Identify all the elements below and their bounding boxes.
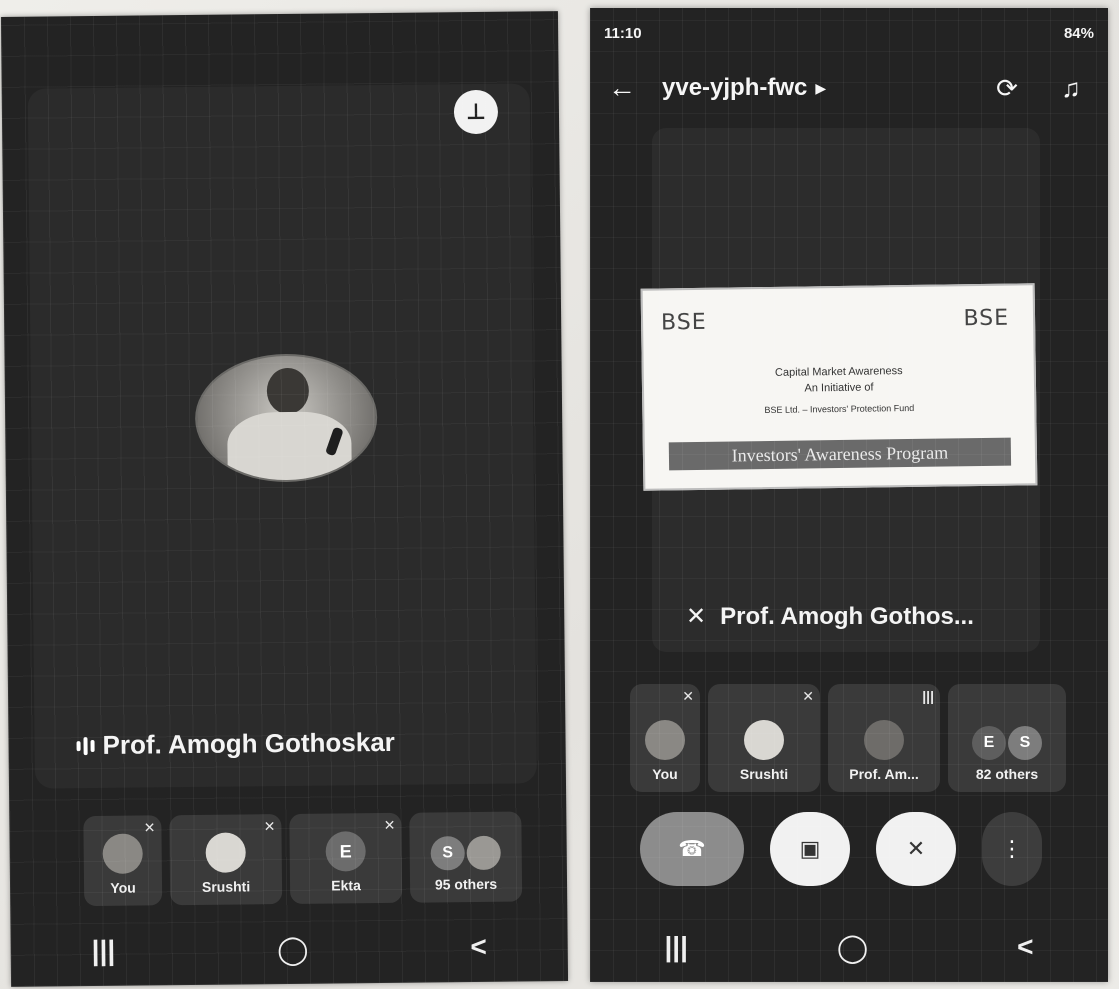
status-battery: 84% bbox=[1063, 24, 1094, 42]
avatar-group: S bbox=[430, 835, 501, 871]
participant-label: 82 others bbox=[975, 766, 1039, 782]
system-nav-bar: ||| ◯ < bbox=[10, 911, 568, 987]
participant-tile-you[interactable]: ✕ You bbox=[630, 684, 700, 792]
participant-label: Ekta bbox=[331, 877, 361, 894]
slide-line: Capital Market Awareness bbox=[774, 365, 903, 379]
participant-tile-you[interactable]: ✕ You bbox=[83, 815, 163, 907]
status-bar: 11:10 84% bbox=[604, 22, 1094, 44]
avatar bbox=[864, 720, 904, 760]
chevron-right-icon: ▶ bbox=[815, 79, 827, 96]
switch-camera-icon[interactable]: ⟳ bbox=[984, 65, 1030, 111]
arrow-left-icon[interactable]: ← bbox=[600, 72, 644, 104]
camera-off-icon[interactable]: ▣ bbox=[770, 812, 850, 886]
presentation-slide: BSE BSE Capital Market Awareness An Init… bbox=[640, 283, 1038, 491]
avatar: S bbox=[1008, 726, 1042, 760]
system-nav-bar: ||| ◯ < bbox=[590, 912, 1108, 982]
slide-logo-right: BSE bbox=[963, 305, 1010, 332]
mic-off-icon: ✕ bbox=[802, 688, 814, 704]
participant-label: Srushti bbox=[201, 878, 251, 895]
avatar bbox=[466, 835, 501, 871]
slide-line: An Initiative of bbox=[804, 381, 874, 395]
participant-tile-srushti[interactable]: ✕ Srushti bbox=[169, 814, 283, 906]
home-button[interactable]: ◯ bbox=[277, 932, 309, 965]
speaking-audio-icon: ||| bbox=[922, 688, 934, 704]
avatar bbox=[744, 720, 784, 760]
avatar: E bbox=[325, 831, 366, 872]
mic-off-icon: ✕ bbox=[686, 603, 707, 630]
avatar: S bbox=[430, 836, 465, 871]
back-button[interactable]: < bbox=[1017, 931, 1033, 963]
back-button[interactable]: < bbox=[470, 931, 487, 963]
avatar bbox=[205, 832, 246, 873]
avatar-group: E S bbox=[972, 726, 1042, 760]
speaker-label: Prof. Amogh Gothoskar bbox=[76, 727, 395, 761]
mic-off-icon[interactable]: ✕ bbox=[876, 812, 956, 886]
participant-label: You bbox=[652, 766, 678, 782]
meeting-code[interactable]: yve-yjph-fwc ▶ bbox=[662, 74, 966, 102]
phone-screen-left: ⊥ Prof. Amogh Gothoskar ✕ You ✕ Srushti … bbox=[0, 11, 569, 987]
participant-strip: ✕ You ✕ Srushti ||| Prof. Am... E S 82 o… bbox=[630, 684, 1066, 792]
headphones-icon[interactable]: ♫ bbox=[1048, 65, 1094, 111]
mic-off-icon: ✕ bbox=[143, 819, 156, 836]
participant-label: You bbox=[110, 879, 136, 896]
speaker-name: Prof. Amogh Gothoskar bbox=[102, 726, 395, 760]
home-button[interactable]: ◯ bbox=[837, 931, 868, 964]
avatar-head bbox=[266, 367, 310, 415]
meeting-code-text: yve-yjph-fwc bbox=[662, 74, 808, 101]
participant-tile-others[interactable]: S 95 others bbox=[409, 811, 523, 903]
mic-off-icon: ✕ bbox=[682, 688, 694, 704]
participant-tile-others[interactable]: E S 82 others bbox=[948, 684, 1066, 792]
participant-label: 95 others bbox=[434, 875, 498, 893]
pin-icon[interactable]: ⊥ bbox=[453, 89, 499, 135]
participant-label: Srushti bbox=[739, 766, 789, 782]
mic-off-icon: ✕ bbox=[383, 816, 396, 833]
speaker-name: Prof. Amogh Gothos... bbox=[720, 602, 974, 630]
slide-logo-left: BSE bbox=[660, 309, 707, 336]
avatar bbox=[102, 833, 143, 874]
end-call-icon[interactable]: ☎ bbox=[640, 812, 744, 886]
avatar bbox=[645, 720, 685, 760]
participant-strip: ✕ You ✕ Srushti ✕ E Ekta S 95 others bbox=[83, 811, 523, 907]
speaker-label: ✕ Prof. Amogh Gothos... bbox=[686, 602, 974, 631]
phone-screen-right: 11:10 84% ← yve-yjph-fwc ▶ ⟳ ♫ BSE BSE C… bbox=[590, 8, 1108, 982]
slide-line: BSE Ltd. – Investors' Protection Fund bbox=[764, 402, 915, 416]
speaker-avatar bbox=[194, 353, 378, 483]
mic-off-icon: ✕ bbox=[263, 818, 276, 835]
avatar: E bbox=[972, 726, 1006, 760]
participant-tile-ekta[interactable]: ✕ E Ekta bbox=[289, 812, 403, 904]
speaking-audio-icon bbox=[76, 736, 95, 755]
slide-banner: Investors' Awareness Program bbox=[668, 437, 1012, 471]
call-controls: ☎ ▣ ✕ ⋮ bbox=[640, 812, 1080, 886]
participant-label: Prof. Am... bbox=[849, 766, 919, 782]
participant-tile-srushti[interactable]: ✕ Srushti bbox=[708, 684, 820, 792]
more-vertical-icon[interactable]: ⋮ bbox=[982, 812, 1042, 886]
participant-tile-prof[interactable]: ||| Prof. Am... bbox=[828, 684, 940, 792]
recent-apps-button[interactable]: ||| bbox=[664, 931, 688, 963]
status-time: 11:10 bbox=[604, 24, 642, 42]
recent-apps-button[interactable]: ||| bbox=[92, 935, 116, 967]
meeting-top-bar: ← yve-yjph-fwc ▶ ⟳ ♫ bbox=[600, 60, 1094, 116]
